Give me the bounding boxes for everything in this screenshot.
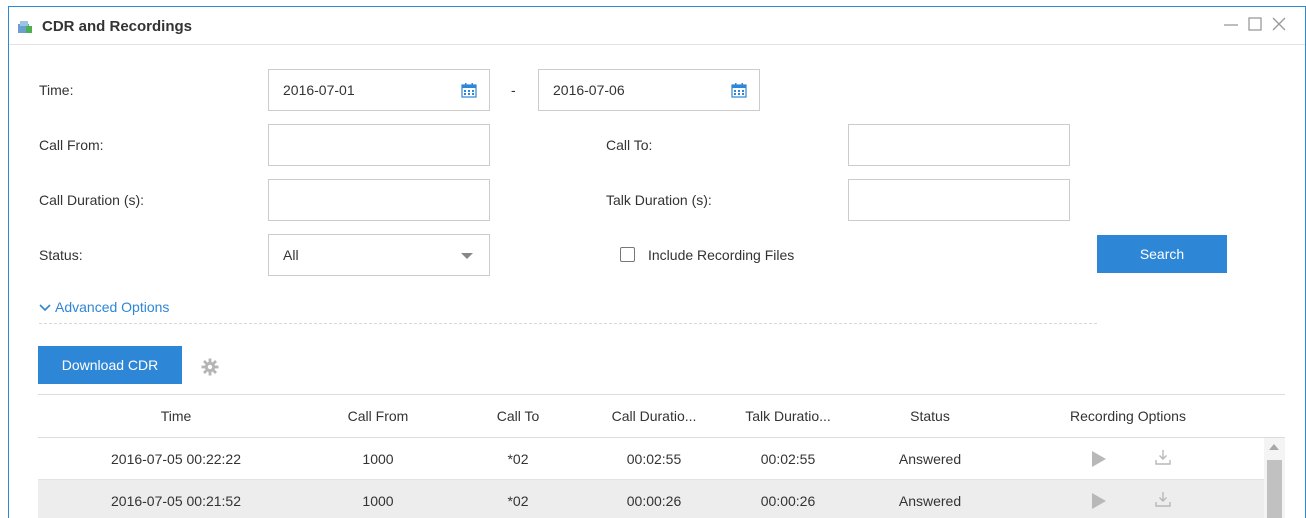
column-header-talk-duration[interactable]: Talk Duratio... — [728, 408, 848, 424]
table-row[interactable]: 2016-07-05 00:22:22 1000 *02 00:02:55 00… — [38, 438, 1264, 480]
time-separator: - — [511, 82, 516, 98]
talk-duration-label: Talk Duration (s): — [606, 192, 712, 208]
scrollbar-thumb[interactable] — [1267, 460, 1282, 518]
cdr-window: CDR and Recordings Time: 2016-07-01 - 20… — [8, 6, 1306, 518]
status-label: Status: — [39, 247, 83, 263]
download-icon[interactable] — [1154, 490, 1172, 508]
calendar-icon[interactable] — [461, 82, 477, 98]
title-bar: CDR and Recordings — [9, 7, 1305, 45]
table-scrollbar[interactable] — [1264, 438, 1285, 518]
column-header-call-from[interactable]: Call From — [328, 408, 428, 424]
status-select[interactable]: All — [268, 234, 490, 276]
close-icon[interactable] — [1271, 16, 1287, 32]
advanced-options-toggle[interactable]: Advanced Options — [39, 299, 169, 315]
column-header-time[interactable]: Time — [126, 408, 226, 424]
table-row[interactable]: 2016-07-05 00:21:52 1000 *02 00:00:26 00… — [38, 480, 1264, 518]
column-header-call-duration[interactable]: Call Duratio... — [594, 408, 714, 424]
time-from-value: 2016-07-01 — [283, 82, 355, 98]
gear-icon[interactable] — [201, 358, 219, 376]
column-header-recording-options: Recording Options — [1070, 408, 1186, 424]
talk-duration-input[interactable] — [848, 179, 1070, 221]
status-selected-value: All — [283, 247, 299, 263]
maximize-icon[interactable] — [1247, 16, 1263, 32]
advanced-options-label: Advanced Options — [55, 299, 170, 315]
time-to-field[interactable]: 2016-07-06 — [538, 69, 760, 111]
scroll-up-icon[interactable] — [1269, 444, 1279, 450]
call-duration-label: Call Duration (s): — [39, 192, 145, 208]
cell-call-duration: 00:02:55 — [626, 451, 682, 467]
cell-call-to: *02 — [507, 493, 529, 509]
call-from-input[interactable] — [268, 124, 490, 166]
cell-call-from: 1000 — [362, 493, 394, 509]
chevron-down-icon — [39, 304, 51, 312]
chevron-down-icon — [461, 253, 473, 259]
time-from-field[interactable]: 2016-07-01 — [268, 69, 490, 111]
calendar-icon[interactable] — [731, 82, 747, 98]
cell-status: Answered — [898, 451, 962, 467]
download-icon[interactable] — [1154, 448, 1172, 466]
minimize-icon[interactable] — [1223, 16, 1239, 32]
call-to-input[interactable] — [848, 124, 1070, 166]
divider — [39, 323, 1097, 324]
cell-time: 2016-07-05 00:22:22 — [111, 451, 241, 467]
cell-call-to: *02 — [507, 451, 529, 467]
cell-call-duration: 00:00:26 — [626, 493, 682, 509]
column-header-status[interactable]: Status — [880, 408, 980, 424]
play-icon[interactable] — [1092, 493, 1106, 509]
search-button[interactable]: Search — [1097, 235, 1227, 273]
cell-status: Answered — [898, 493, 962, 509]
download-cdr-button[interactable]: Download CDR — [38, 346, 182, 384]
call-from-label: Call From: — [39, 137, 104, 153]
call-duration-input[interactable] — [268, 179, 490, 221]
table-header: Time Call From Call To Call Duratio... T… — [38, 394, 1285, 438]
cell-time: 2016-07-05 00:21:52 — [111, 493, 241, 509]
time-label: Time: — [39, 82, 74, 98]
cell-call-from: 1000 — [362, 451, 394, 467]
include-recording-label[interactable]: Include Recording Files — [648, 247, 794, 263]
column-header-call-to[interactable]: Call To — [478, 408, 558, 424]
include-recording-checkbox[interactable] — [620, 247, 635, 262]
call-to-label: Call To: — [606, 137, 653, 153]
play-icon[interactable] — [1092, 451, 1106, 467]
time-to-value: 2016-07-06 — [553, 82, 625, 98]
cdr-app-icon — [18, 21, 32, 33]
window-title: CDR and Recordings — [42, 18, 193, 35]
cell-talk-duration: 00:02:55 — [760, 451, 816, 467]
cell-talk-duration: 00:00:26 — [760, 493, 816, 509]
